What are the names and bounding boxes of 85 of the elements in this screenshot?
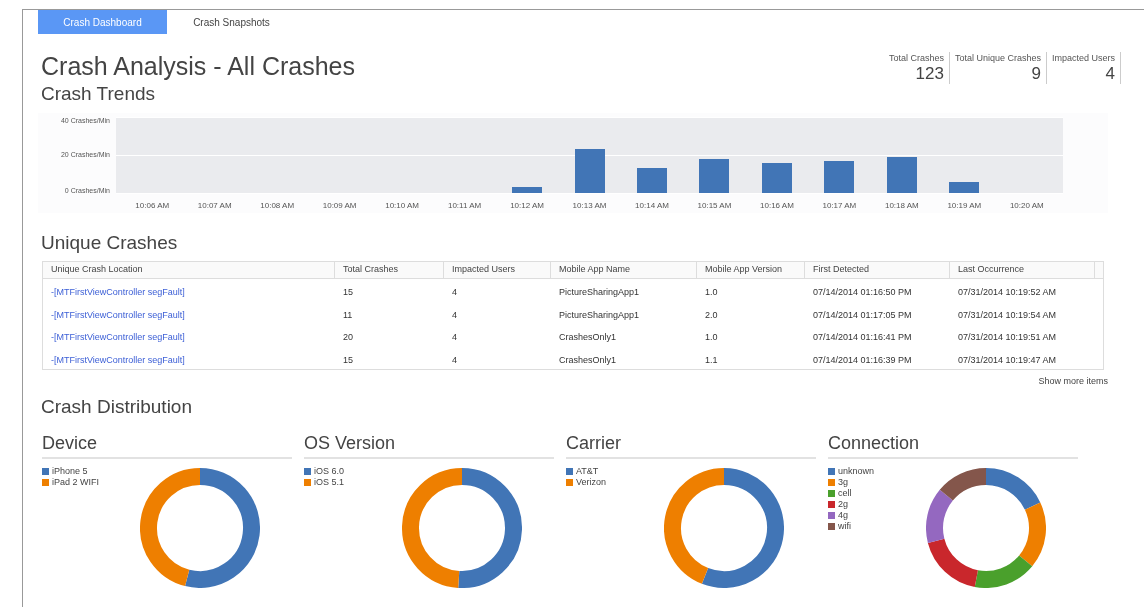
stat-value: 9 bbox=[1031, 64, 1041, 84]
table-cell: 07/14/2014 01:16:41 PM bbox=[813, 332, 912, 343]
axis-label: 10:18 AM bbox=[884, 200, 919, 212]
show-more-link[interactable]: Show more items bbox=[1038, 375, 1108, 389]
bar bbox=[637, 168, 667, 193]
stat-value: 4 bbox=[1105, 64, 1115, 84]
bar bbox=[949, 181, 980, 193]
axis-label: 10:19 AM bbox=[947, 200, 982, 212]
table-cell: CrashesOnly1 bbox=[559, 354, 617, 365]
bar bbox=[761, 162, 792, 193]
table-cell: 11 bbox=[343, 309, 353, 320]
legend-label: cell bbox=[838, 487, 852, 499]
section-heading: Unique Crashes bbox=[40, 231, 179, 255]
legend-label: wifi bbox=[838, 520, 851, 532]
stat-label: Total Crashes bbox=[888, 52, 944, 64]
axis-label: 10:06 AM bbox=[135, 200, 170, 212]
crash-location-link[interactable]: -[MTFirstViewController segFault] bbox=[51, 332, 185, 343]
table-cell: PictureSharingApp1 bbox=[559, 287, 640, 298]
axis-label: 10:14 AM bbox=[635, 200, 669, 212]
legend-label: iOS 5.1 bbox=[314, 476, 344, 488]
bar bbox=[512, 187, 543, 193]
legend-label: AT&T bbox=[576, 465, 599, 477]
axis-label: 10:07 AM bbox=[197, 200, 232, 212]
table-cell: 15 bbox=[343, 354, 353, 365]
table-cell: PictureSharingApp1 bbox=[559, 309, 640, 320]
column-header[interactable]: Unique Crash Location bbox=[51, 263, 143, 277]
crash-location-link[interactable]: -[MTFirstViewController segFault] bbox=[51, 287, 185, 298]
crash-location-link[interactable]: -[MTFirstViewController segFault] bbox=[51, 309, 185, 320]
column-header[interactable]: Mobile App Name bbox=[559, 263, 631, 277]
axis-label: 10:09 AM bbox=[322, 200, 357, 212]
axis-label: 10:13 AM bbox=[572, 200, 607, 212]
legend-label: 2g bbox=[838, 498, 848, 510]
stat-label: Impacted Users bbox=[1051, 52, 1115, 64]
bar bbox=[824, 160, 855, 193]
panel-title: Carrier bbox=[566, 432, 621, 453]
column-header[interactable]: Last Occurrence bbox=[958, 263, 1025, 277]
column-header[interactable]: Mobile App Version bbox=[705, 263, 783, 277]
crash-location-link[interactable]: -[MTFirstViewController segFault] bbox=[51, 354, 185, 365]
section-heading: Crash Distribution bbox=[40, 394, 193, 419]
section-heading: Crash Trends bbox=[41, 82, 157, 106]
bar bbox=[574, 149, 605, 193]
table-cell: 07/31/2014 10:19:47 AM bbox=[958, 354, 1057, 365]
legend-label: iPhone 5 bbox=[52, 465, 88, 477]
axis-label: 10:16 AM bbox=[760, 200, 794, 212]
legend-label: Verizon bbox=[576, 476, 607, 488]
panel-title: Connection bbox=[828, 432, 920, 453]
axis-label: 10:12 AM bbox=[510, 200, 544, 212]
table-cell: 4 bbox=[452, 354, 457, 365]
table-cell: CrashesOnly1 bbox=[559, 332, 617, 343]
bar bbox=[886, 156, 917, 193]
legend-label: 4g bbox=[838, 509, 848, 521]
bar bbox=[699, 158, 730, 193]
table-cell: 07/31/2014 10:19:54 AM bbox=[958, 309, 1057, 320]
panel-title: Device bbox=[42, 432, 98, 453]
table-cell: 07/14/2014 01:17:05 PM bbox=[813, 309, 912, 320]
table-cell: 07/31/2014 10:19:52 AM bbox=[958, 287, 1057, 298]
table-cell: 4 bbox=[452, 332, 457, 343]
table-cell: 2.0 bbox=[705, 309, 718, 320]
column-header[interactable]: Total Crashes bbox=[343, 263, 399, 277]
table-cell: 07/14/2014 01:16:39 PM bbox=[813, 354, 912, 365]
legend-label: iPad 2 WIFI bbox=[52, 476, 99, 488]
table-cell: 4 bbox=[452, 309, 457, 320]
legend-label: iOS 6.0 bbox=[314, 465, 344, 477]
table-cell: 15 bbox=[343, 287, 353, 298]
table-cell: 1.1 bbox=[705, 354, 718, 365]
legend-label: 3g bbox=[838, 476, 848, 488]
panel-title: OS Version bbox=[304, 432, 396, 453]
column-header[interactable]: Impacted Users bbox=[452, 263, 516, 277]
axis-label: 10:10 AM bbox=[385, 200, 419, 212]
table-cell: 4 bbox=[452, 287, 457, 298]
axis-label: 10:08 AM bbox=[260, 200, 295, 212]
table-cell: 07/31/2014 10:19:51 AM bbox=[958, 332, 1057, 343]
table-cell: 1.0 bbox=[705, 287, 718, 298]
stat-label: Total Unique Crashes bbox=[954, 52, 1041, 64]
legend-label: unknown bbox=[838, 465, 875, 477]
table-cell: 1.0 bbox=[705, 332, 718, 343]
stat-value: 123 bbox=[915, 64, 944, 84]
axis-label: 10:20 AM bbox=[1009, 200, 1044, 212]
axis-label: 10:17 AM bbox=[822, 200, 857, 212]
axis-label: 10:15 AM bbox=[697, 200, 732, 212]
page-title: Crash Analysis - All Crashes bbox=[41, 51, 355, 81]
column-header[interactable]: First Detected bbox=[813, 263, 870, 277]
axis-label: 10:11 AM bbox=[447, 200, 482, 212]
table-cell: 20 bbox=[343, 332, 353, 343]
table-cell: 07/14/2014 01:16:50 PM bbox=[813, 287, 912, 298]
